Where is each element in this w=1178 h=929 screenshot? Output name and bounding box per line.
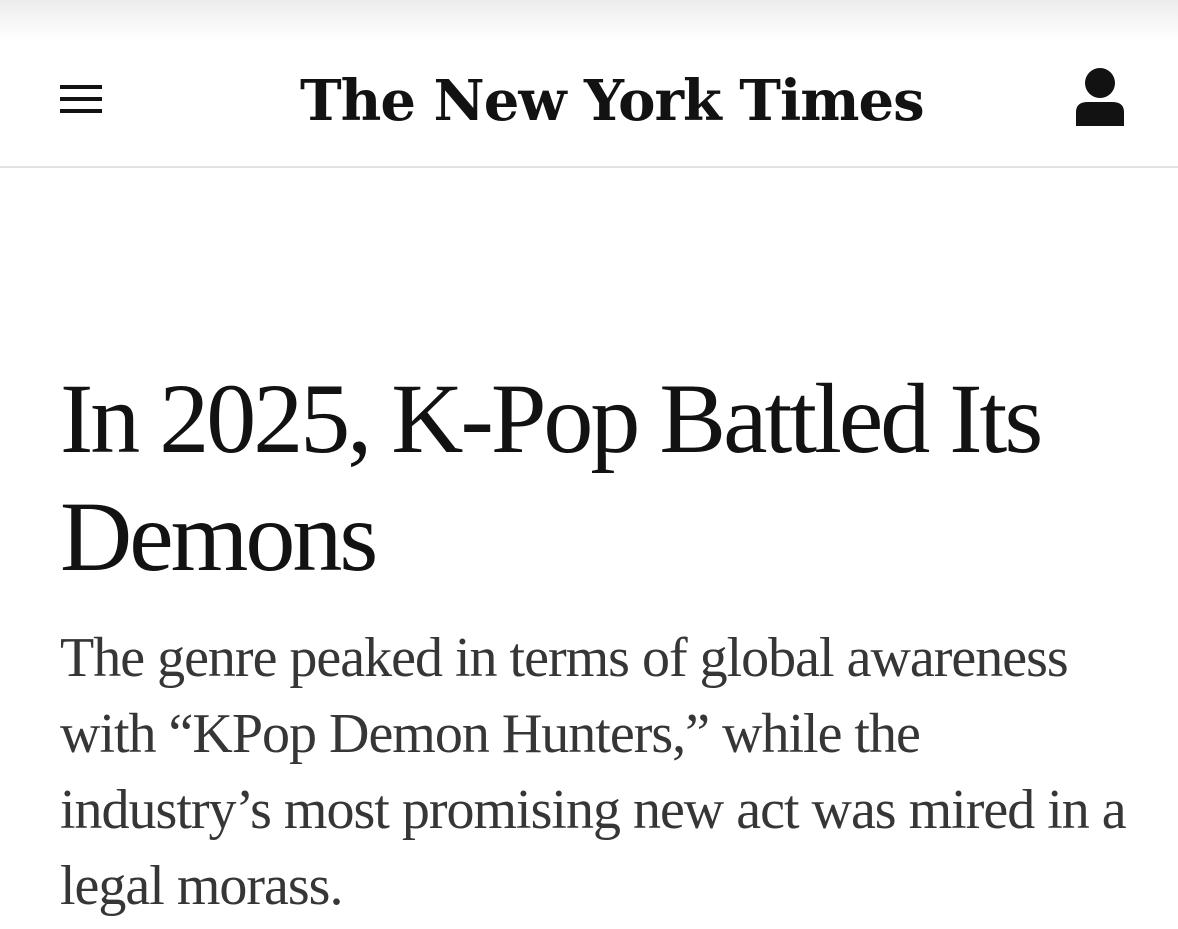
user-account-icon — [1076, 68, 1124, 126]
article-summary: The genre peaked in terms of global awar… — [60, 627, 1127, 917]
hamburger-menu-icon — [60, 85, 102, 89]
nyt-logo[interactable]: The New York Times — [300, 56, 925, 146]
site-header: The New York Times — [0, 0, 1178, 168]
account-button[interactable] — [1070, 64, 1130, 132]
menu-button[interactable] — [58, 82, 104, 116]
hamburger-menu-icon-bar — [60, 97, 102, 101]
article-headline: In 2025, K-Pop Battled Its Demons — [60, 363, 1043, 592]
hamburger-menu-icon-bar — [60, 109, 102, 113]
